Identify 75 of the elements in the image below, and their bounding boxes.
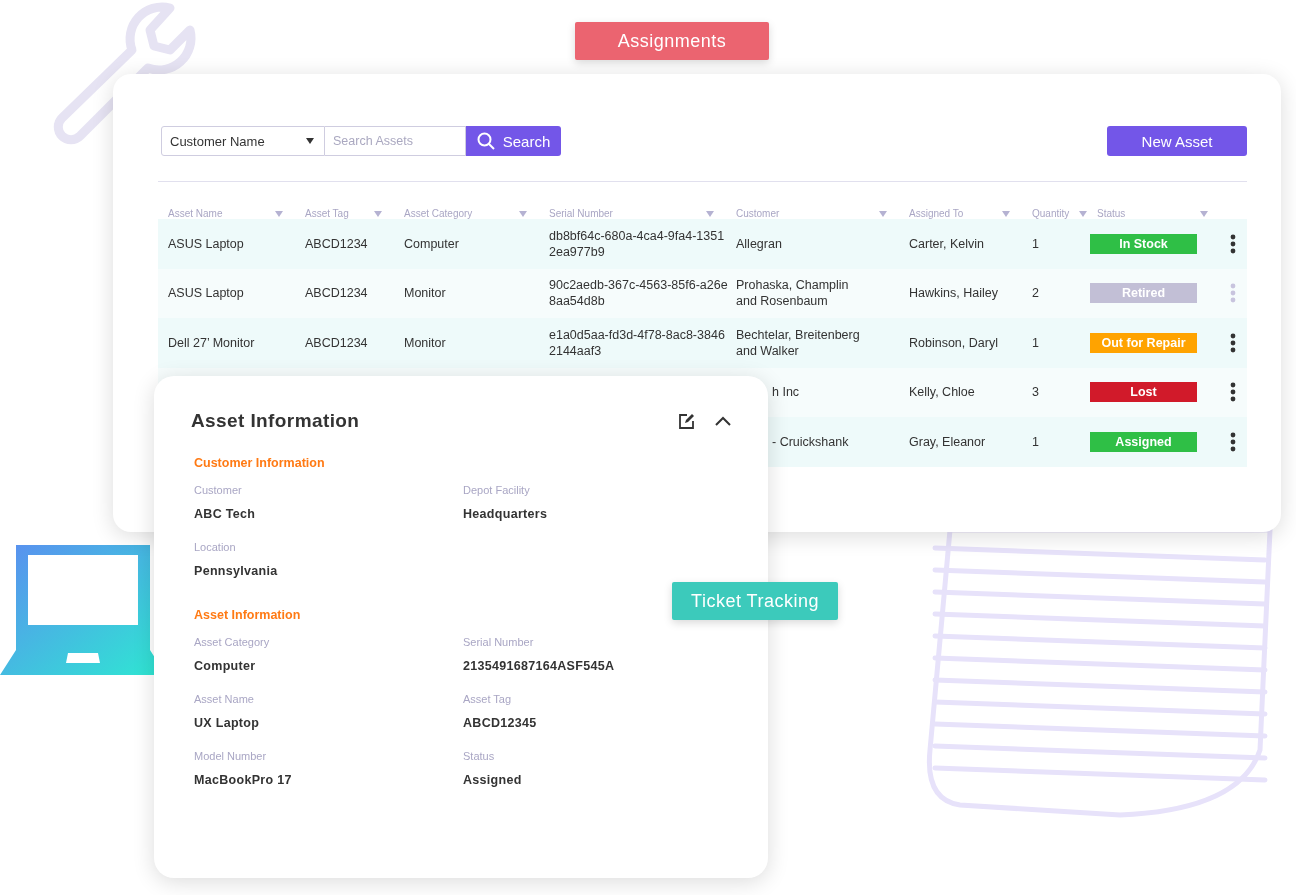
quantity-cell: 3	[1032, 385, 1039, 400]
customer-cell-text: - Cruickshank	[772, 433, 850, 450]
section-tag: Assignments	[575, 22, 769, 60]
status-badge: Assigned	[1090, 431, 1197, 452]
more-icon[interactable]	[1230, 382, 1236, 403]
field-label: Status	[463, 750, 496, 762]
field-label: Asset Tag	[463, 693, 513, 705]
column-header[interactable]: Quantity	[1032, 208, 1070, 219]
column-header[interactable]: Serial Number	[549, 208, 613, 219]
new-asset-button[interactable]: New Asset	[1107, 126, 1247, 156]
field-label: Depot Facility	[463, 484, 531, 496]
status-badge: In Stock	[1090, 233, 1197, 254]
column-header[interactable]: Asset Name	[168, 208, 223, 219]
search-icon	[476, 132, 495, 150]
assignee-cell: Kelly, Chloe	[909, 385, 975, 400]
field-label: Customer	[194, 484, 243, 496]
status-badge: Out for Repair	[1090, 332, 1197, 353]
more-icon[interactable]	[1230, 332, 1236, 353]
serial-cell: 90c2aedb-367c-4563-85f6-a26e8aa54d8b	[549, 277, 729, 310]
customer-cell-text: Prohaska, Champlin and Rosenbaum	[736, 277, 850, 310]
column-header[interactable]: Asset Category	[404, 208, 473, 219]
field-label: Asset Name	[194, 693, 255, 705]
assignee-cell: Gray, Eleanor	[909, 434, 986, 449]
column-header[interactable]: Asset Tag	[305, 208, 349, 219]
field-value: UX Laptop	[194, 716, 261, 730]
customer-cell-text: Allegran	[736, 235, 783, 252]
card-title: Asset Information	[191, 410, 360, 432]
customer-dropdown[interactable]: Customer Name	[161, 126, 325, 156]
field-value: MacBookPro 17	[194, 773, 293, 787]
quantity-cell: 1	[1032, 236, 1039, 251]
search-field[interactable]: Search Assets	[325, 126, 466, 156]
field-value: Computer	[194, 659, 257, 673]
section-heading: Asset Information	[194, 608, 302, 622]
field-value: Pennsylvania	[194, 564, 279, 578]
customer-cell-text: Bechtelar, Breitenberg and Walker	[736, 326, 861, 359]
column-header[interactable]: Status	[1097, 208, 1126, 219]
asset-name-cell: ASUS Laptop	[168, 236, 244, 251]
field-label: Location	[194, 541, 237, 553]
assignee-cell: Carter, Kelvin	[909, 236, 985, 251]
column-header[interactable]: Customer	[736, 208, 780, 219]
assignee-cell: Robinson, Daryl	[909, 335, 998, 350]
field-value: Headquarters	[463, 507, 549, 521]
field-value: Assigned	[463, 773, 523, 787]
collapse-icon[interactable]	[714, 415, 732, 427]
asset-tag-cell: ABCD1234	[305, 236, 368, 251]
field-label: Model Number	[194, 750, 268, 762]
status-badge: Lost	[1090, 382, 1197, 403]
more-icon[interactable]	[1230, 233, 1236, 254]
assignee-cell: Hawkins, Hailey	[909, 286, 998, 301]
more-icon[interactable]	[1230, 431, 1236, 452]
asset-tag-cell: ABCD1234	[305, 286, 368, 301]
quantity-cell: 2	[1032, 286, 1039, 301]
category-cell: Monitor	[404, 286, 446, 301]
field-label: Serial Number	[463, 636, 535, 648]
quantity-cell: 1	[1032, 434, 1039, 449]
status-badge: Retired	[1090, 283, 1197, 304]
asset-name-cell: ASUS Laptop	[168, 286, 244, 301]
field-value: ABC Tech	[194, 507, 257, 521]
section-heading: Customer Information	[194, 456, 326, 470]
category-cell: Computer	[404, 236, 459, 251]
search-button[interactable]: Search	[466, 126, 561, 156]
field-label: Asset Category	[194, 636, 271, 648]
category-cell: Monitor	[404, 335, 446, 350]
asset-name-cell: Dell 27’ Monitor	[168, 335, 255, 350]
field-value: 2135491687164ASF545A	[463, 659, 616, 673]
serial-cell-text: e1a0d5aa-fd3d-4f78-8ac8-38462144aaf3	[549, 326, 726, 359]
column-header[interactable]: Assigned To	[909, 208, 964, 219]
customer-cell-text: h Inc	[772, 384, 801, 401]
field-value: ABCD12345	[463, 716, 538, 730]
quantity-cell: 1	[1032, 335, 1039, 350]
section-tag: Ticket Tracking	[672, 582, 838, 620]
edit-icon[interactable]	[678, 412, 696, 430]
caret-icon	[306, 138, 314, 144]
serial-cell-text: db8bf64c-680a-4ca4-9fa4-13512ea977b9	[549, 227, 726, 260]
asset-tag-cell: ABCD1234	[305, 335, 368, 350]
